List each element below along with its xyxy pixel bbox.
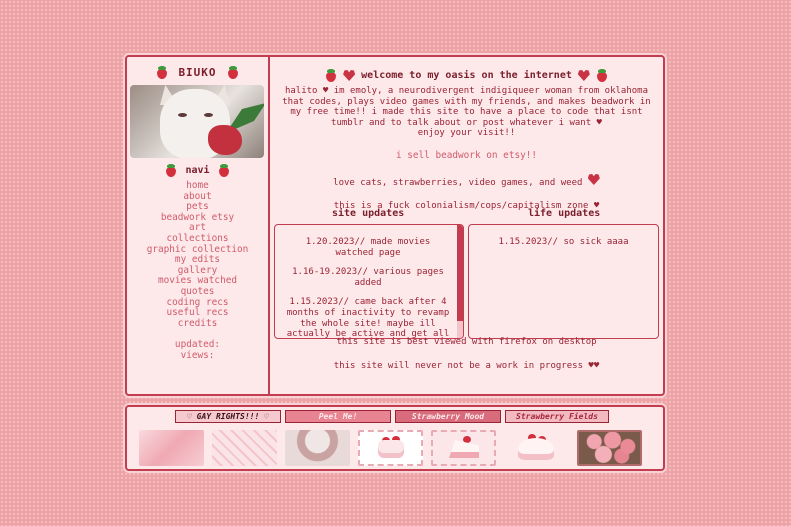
site-update-item: 1.16-19.2023// various pages added <box>292 267 444 288</box>
life-updates-box[interactable]: 1.15.2023// so sick aaaa <box>468 224 659 339</box>
main-content: welcome to my oasis on the internet hali… <box>270 57 663 394</box>
main-panel: BIUKO navi home about pets beadwork etsy… <box>125 55 665 396</box>
etsy-link[interactable]: i sell beadwork on etsy!! <box>270 150 663 161</box>
intro-paragraph: halito ♥ im emoly, a neurodivergent indi… <box>282 86 651 128</box>
gay-rights-button[interactable]: ♡ GAY RIGHTS!!! ♡ <box>175 410 281 423</box>
nav-item-collections[interactable]: collections <box>127 233 268 245</box>
cake-thumbnail <box>358 430 423 466</box>
updated-label: updated: <box>174 339 221 350</box>
scrollbar[interactable] <box>457 225 463 338</box>
pet-thumbnail <box>285 430 350 466</box>
pink-clouds-thumbnail <box>139 430 204 466</box>
site-updates-title: site updates <box>332 208 405 219</box>
strawberry-icon <box>165 164 177 177</box>
views-label: views: <box>180 349 215 361</box>
sidebar: BIUKO navi home about pets beadwork etsy… <box>127 57 270 394</box>
life-update-item: 1.15.2023// so sick aaaa <box>498 237 629 247</box>
welcome-heading: welcome to my oasis on the internet <box>270 69 663 82</box>
pink-pattern-thumbnail <box>212 430 277 466</box>
strawberry-icon <box>596 69 608 82</box>
site-title-text: BIUKO <box>178 66 217 79</box>
nav-list: home about pets beadwork etsy art collec… <box>127 180 268 330</box>
button-row: ♡ GAY RIGHTS!!! ♡ Peel Me! Strawberry Mo… <box>175 410 609 423</box>
site-update-item: 1.20.2023// made movies watched page <box>305 237 431 258</box>
welcome-text: welcome to my oasis on the internet <box>361 70 572 81</box>
heart-icon <box>343 70 356 81</box>
nav-item-credits[interactable]: credits <box>127 318 268 330</box>
scrollbar-thumb[interactable] <box>457 225 463 321</box>
enjoy-text: enjoy your visit!! <box>417 128 516 139</box>
stats: updated: views: <box>127 339 268 361</box>
heart-icon <box>577 70 590 81</box>
heart-icon <box>587 173 600 185</box>
nav-item-home[interactable]: home <box>127 180 268 192</box>
strawberries-thumbnail <box>577 430 642 466</box>
site-title: BIUKO <box>127 66 268 79</box>
strawberry-icon <box>218 164 230 177</box>
site-updates-box[interactable]: 1.20.2023// made movies watched page 1.1… <box>274 224 464 339</box>
strawberry-icon <box>325 69 337 82</box>
browser-note: this site is best viewed with firefox on… <box>336 337 597 347</box>
nav-item-quotes[interactable]: quotes <box>127 286 268 298</box>
dessert-thumbnail <box>504 430 569 466</box>
intro-text: halito ♥ im emoly, a neurodivergent indi… <box>278 86 655 139</box>
wip-note: this site will never not be a work in pr… <box>333 361 600 371</box>
strawberry-mood-button[interactable]: Strawberry Mood <box>395 410 501 423</box>
life-updates-title: life updates <box>528 208 601 219</box>
thumbnail-row <box>139 430 642 466</box>
site-update-item: 1.15.2023// came back after 4 months of … <box>286 297 450 339</box>
peel-me-button[interactable]: Peel Me! <box>285 410 391 423</box>
navi-label: navi <box>185 165 210 176</box>
zone-text: this is a fuck colonialism/cops/capitali… <box>333 200 600 211</box>
likes-text: love cats, strawberries, video games, an… <box>270 173 663 188</box>
cake-slice-thumbnail <box>431 430 496 466</box>
strawberry-icon <box>227 66 239 79</box>
avatar-image <box>130 85 264 158</box>
strawberry-icon <box>156 66 168 79</box>
likes-label: love cats, strawberries, video games, an… <box>333 177 583 188</box>
navi-heading: navi <box>127 164 268 177</box>
graphics-strip: ♡ GAY RIGHTS!!! ♡ Peel Me! Strawberry Mo… <box>125 405 665 471</box>
strawberry-fields-button[interactable]: Strawberry Fields <box>505 410 609 423</box>
